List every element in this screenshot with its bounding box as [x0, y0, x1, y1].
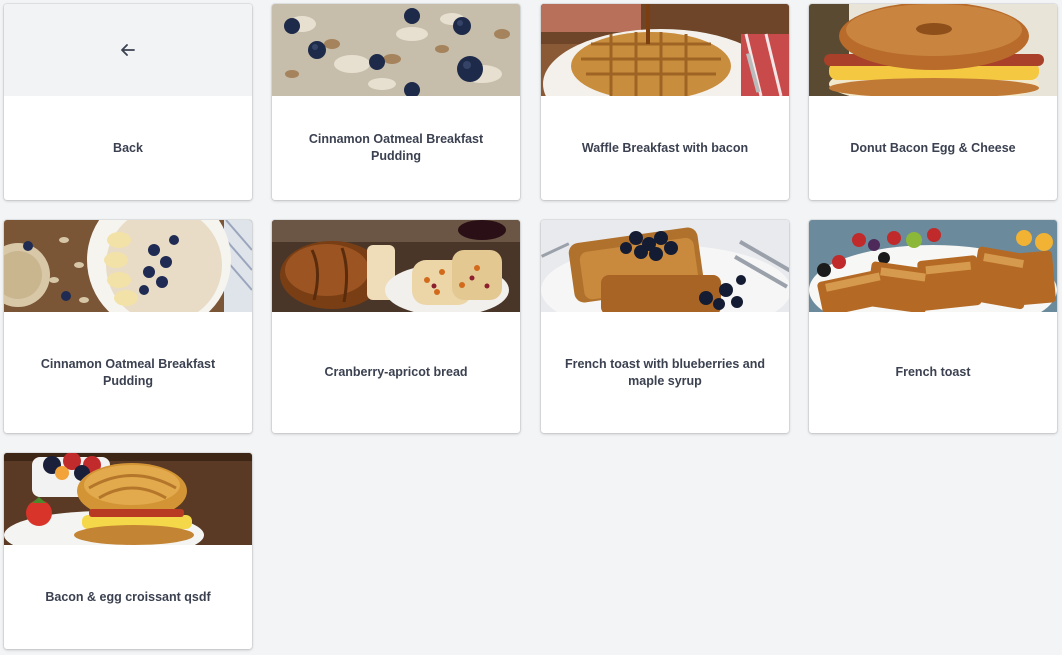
recipe-card[interactable]: Bacon & egg croissant qsdf: [4, 453, 252, 649]
recipe-card[interactable]: French toast: [809, 220, 1057, 433]
recipe-title: French toast: [895, 365, 971, 379]
recipe-card[interactable]: Waffle Breakfast with bacon: [541, 4, 789, 200]
recipe-card[interactable]: Cinnamon Oatmeal Breakfast Pudding: [272, 4, 520, 200]
back-label: Back: [113, 140, 143, 155]
recipe-title: French toast with blueberries and maple …: [564, 356, 766, 388]
recipe-card[interactable]: Donut Bacon Egg & Cheese: [809, 4, 1057, 200]
recipe-card[interactable]: Cinnamon Oatmeal Breakfast Pudding: [4, 220, 252, 433]
recipe-image: [272, 4, 520, 96]
recipe-title: Cinnamon Oatmeal Breakfast Pudding: [40, 356, 216, 388]
recipe-title: Cinnamon Oatmeal Breakfast Pudding: [308, 132, 484, 163]
recipe-image: [541, 220, 789, 312]
recipe-title: Donut Bacon Egg & Cheese: [850, 140, 1016, 155]
recipe-card[interactable]: French toast with blueberries and maple …: [541, 220, 789, 433]
recipe-title: Cranberry-apricot bread: [324, 365, 468, 379]
recipe-card[interactable]: Cranberry-apricot bread: [272, 220, 520, 433]
recipe-image: [4, 453, 252, 545]
recipe-image: [809, 4, 1057, 96]
recipe-image: [541, 4, 789, 96]
recipe-image: [809, 220, 1057, 312]
recipe-title: Bacon & egg croissant qsdf: [45, 589, 211, 604]
recipe-image: [272, 220, 520, 312]
back-thumb: [4, 4, 252, 96]
back-card[interactable]: Back: [4, 4, 252, 200]
recipe-title: Waffle Breakfast with bacon: [581, 140, 749, 155]
recipe-grid: Back Cinnamon Oatmeal Breakfast Pudding …: [0, 0, 1062, 655]
recipe-image: [4, 220, 252, 312]
arrow-left-icon: [121, 44, 135, 56]
